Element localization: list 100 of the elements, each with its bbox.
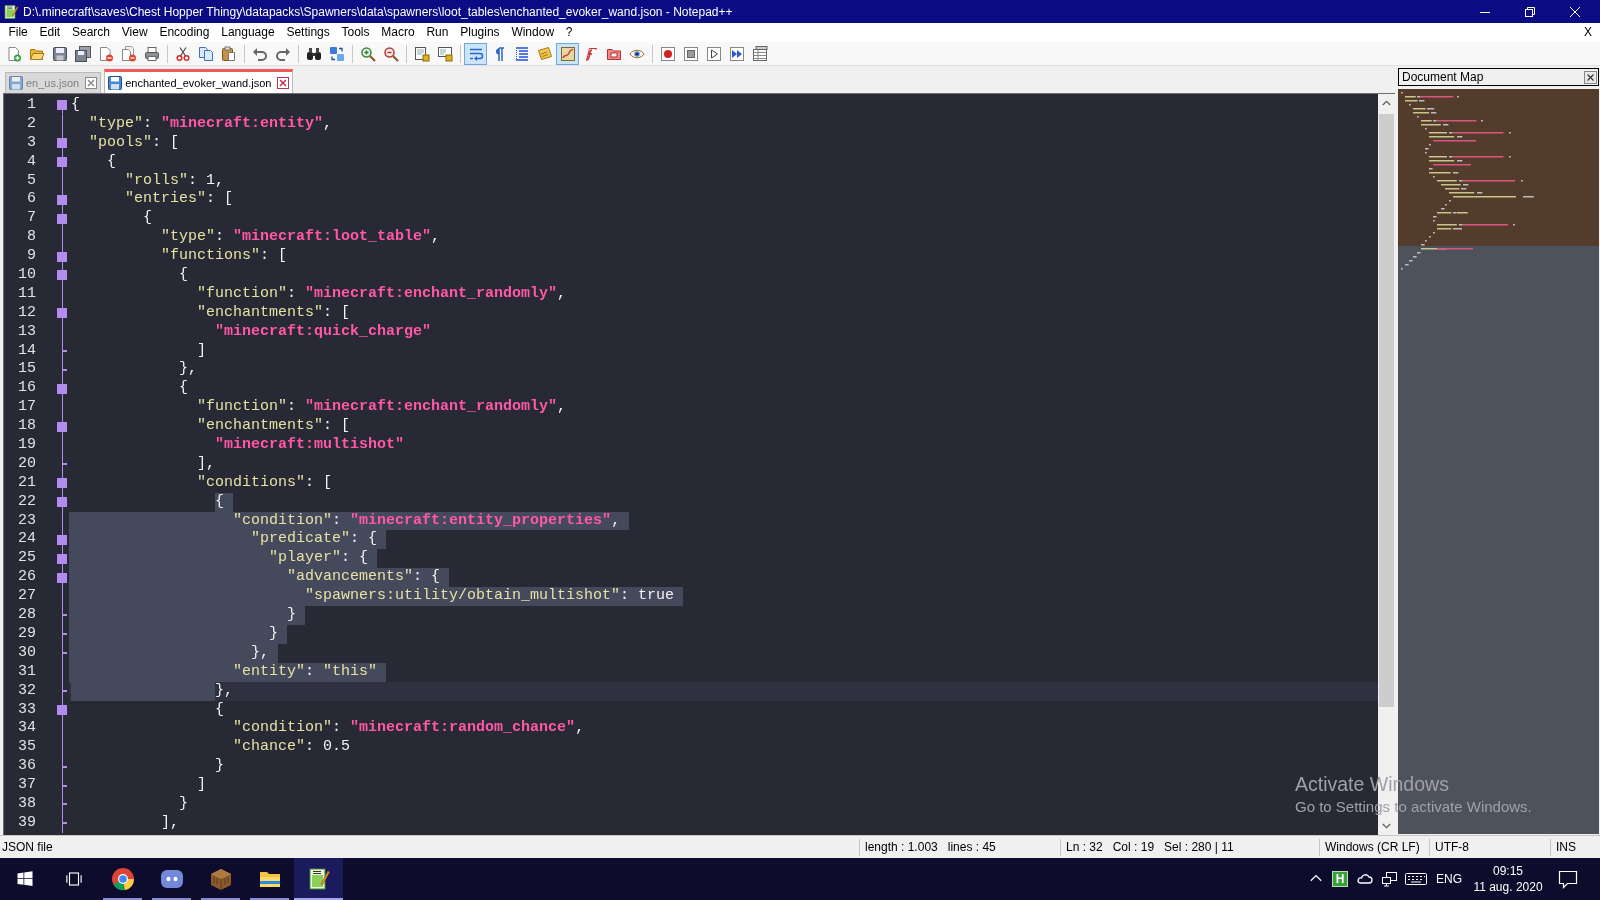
replace-icon <box>328 45 345 62</box>
line-number: 2 <box>26 114 36 134</box>
close-icon <box>1569 6 1580 17</box>
fold-marker-icon[interactable] <box>57 194 67 205</box>
chat-app-icon <box>159 867 184 891</box>
document-map-icon <box>559 45 576 62</box>
menu-item[interactable]: File <box>2 24 34 41</box>
line-number: 3 <box>26 133 36 153</box>
line-number: 5 <box>26 171 36 191</box>
fold-marker-icon[interactable] <box>57 421 67 432</box>
fold-marker-icon[interactable] <box>57 383 67 394</box>
fold-marker-icon[interactable] <box>57 100 67 111</box>
cursor-column: Col : 19 <box>1112 840 1155 854</box>
line-number: 19 <box>17 436 36 455</box>
menu-item[interactable]: Run <box>420 24 455 41</box>
menu-item[interactable]: Language <box>215 24 281 41</box>
fold-end-icon <box>63 652 67 655</box>
menu-item[interactable]: Search <box>66 24 116 41</box>
menu-item[interactable]: Plugins <box>454 24 506 41</box>
code-line: ], <box>161 813 180 833</box>
fold-marker-icon[interactable] <box>57 534 67 545</box>
clock-time[interactable]: 09:15 <box>1493 864 1523 878</box>
code-line: { <box>179 379 189 399</box>
menu-item[interactable]: Encoding <box>153 24 216 41</box>
fold-end-icon <box>63 368 67 371</box>
fold-marker-icon[interactable] <box>57 251 67 262</box>
menu-item[interactable]: Settings <box>280 24 336 41</box>
line-number: 1 <box>26 96 36 115</box>
close-icon[interactable] <box>1584 70 1597 84</box>
notepad-icon <box>306 867 331 891</box>
fold-marker-icon[interactable] <box>57 553 67 564</box>
code-line: ] <box>197 341 207 361</box>
line-number: 17 <box>17 398 36 418</box>
code-line: "minecraft:quick_charge" <box>215 322 432 342</box>
fold-end-icon <box>63 633 67 636</box>
fold-marker-icon[interactable] <box>57 308 67 319</box>
code-line: ], <box>197 454 216 474</box>
code-line: } <box>215 757 225 777</box>
fold-marker-icon[interactable] <box>57 213 67 224</box>
play-icon <box>705 45 722 62</box>
fold-end-icon <box>63 614 67 617</box>
menu-item[interactable]: View <box>115 24 154 41</box>
cloud-icon[interactable] <box>1355 871 1373 887</box>
line-number: 24 <box>17 530 36 550</box>
code-line: ] <box>197 776 207 795</box>
code-line: "function": "minecraft:enchant_randomly", <box>197 284 567 304</box>
close-icon[interactable] <box>277 76 290 89</box>
taskbar-button[interactable] <box>294 858 343 900</box>
notepad-icon <box>3 3 19 20</box>
fold-marker-icon[interactable] <box>57 478 67 489</box>
code-line: }, <box>179 360 198 380</box>
line-number: 18 <box>17 417 36 437</box>
code-line: "spawners:utility/obtain_multishot": true <box>305 587 675 607</box>
fold-marker-icon[interactable] <box>57 572 67 583</box>
close-document-button[interactable]: X <box>1582 24 1594 41</box>
line-number: 37 <box>17 776 36 795</box>
line-number: 35 <box>17 738 36 758</box>
notification-icon[interactable] <box>1558 869 1578 889</box>
chevron-down-icon[interactable] <box>1382 823 1391 829</box>
code-line: "entity": "this" <box>233 662 378 682</box>
menu-item[interactable]: Tools <box>335 24 376 41</box>
code-line: { <box>71 96 80 115</box>
line-number: 34 <box>17 719 36 739</box>
tab[interactable]: enchanted_evoker_wand.json <box>104 69 294 93</box>
redo-icon <box>274 45 291 62</box>
line-number: 9 <box>26 247 36 266</box>
menu-item[interactable]: Window <box>505 24 560 41</box>
code-line: "type": "minecraft:loot_table", <box>161 228 441 248</box>
code-line: "enchantments": [ <box>197 417 351 437</box>
line-ending: Windows (CR LF) <box>1325 840 1420 854</box>
code-line: "conditions": [ <box>197 473 333 493</box>
menu-item[interactable]: ? <box>559 24 579 41</box>
menu-item[interactable]: Macro <box>375 24 421 41</box>
horizontal-lock-icon <box>436 45 453 62</box>
network-icon[interactable] <box>1380 871 1398 887</box>
code-line: "pools": [ <box>89 133 180 153</box>
input-language[interactable]: ENG <box>1436 872 1462 886</box>
line-number: 39 <box>17 813 36 833</box>
new-file-icon <box>5 45 22 62</box>
fold-marker-icon[interactable] <box>57 704 67 715</box>
scrollbar-thumb[interactable] <box>1379 114 1394 707</box>
code-line: { <box>143 209 153 229</box>
fold-marker-icon[interactable] <box>57 270 67 281</box>
code-line: } <box>287 606 297 625</box>
list-icon <box>751 45 768 62</box>
file-type-label: JSON file <box>2 840 53 854</box>
menu-item[interactable]: Edit <box>33 24 67 41</box>
fold-marker-icon[interactable] <box>57 138 67 149</box>
keyboard-icon[interactable] <box>1405 871 1427 887</box>
fold-marker-icon[interactable] <box>57 157 67 168</box>
fold-marker-icon[interactable] <box>57 497 67 508</box>
fold-end-icon <box>63 803 67 806</box>
fold-end-icon <box>63 463 67 466</box>
copy-icon <box>197 45 214 62</box>
stop-icon <box>682 45 699 62</box>
clock-date[interactable]: 11 aug. 2020 <box>1473 880 1543 894</box>
code-line: }, <box>215 681 234 701</box>
document-length: length : 1.003 <box>865 840 938 854</box>
save-icon <box>51 45 68 62</box>
line-number: 33 <box>17 700 36 720</box>
